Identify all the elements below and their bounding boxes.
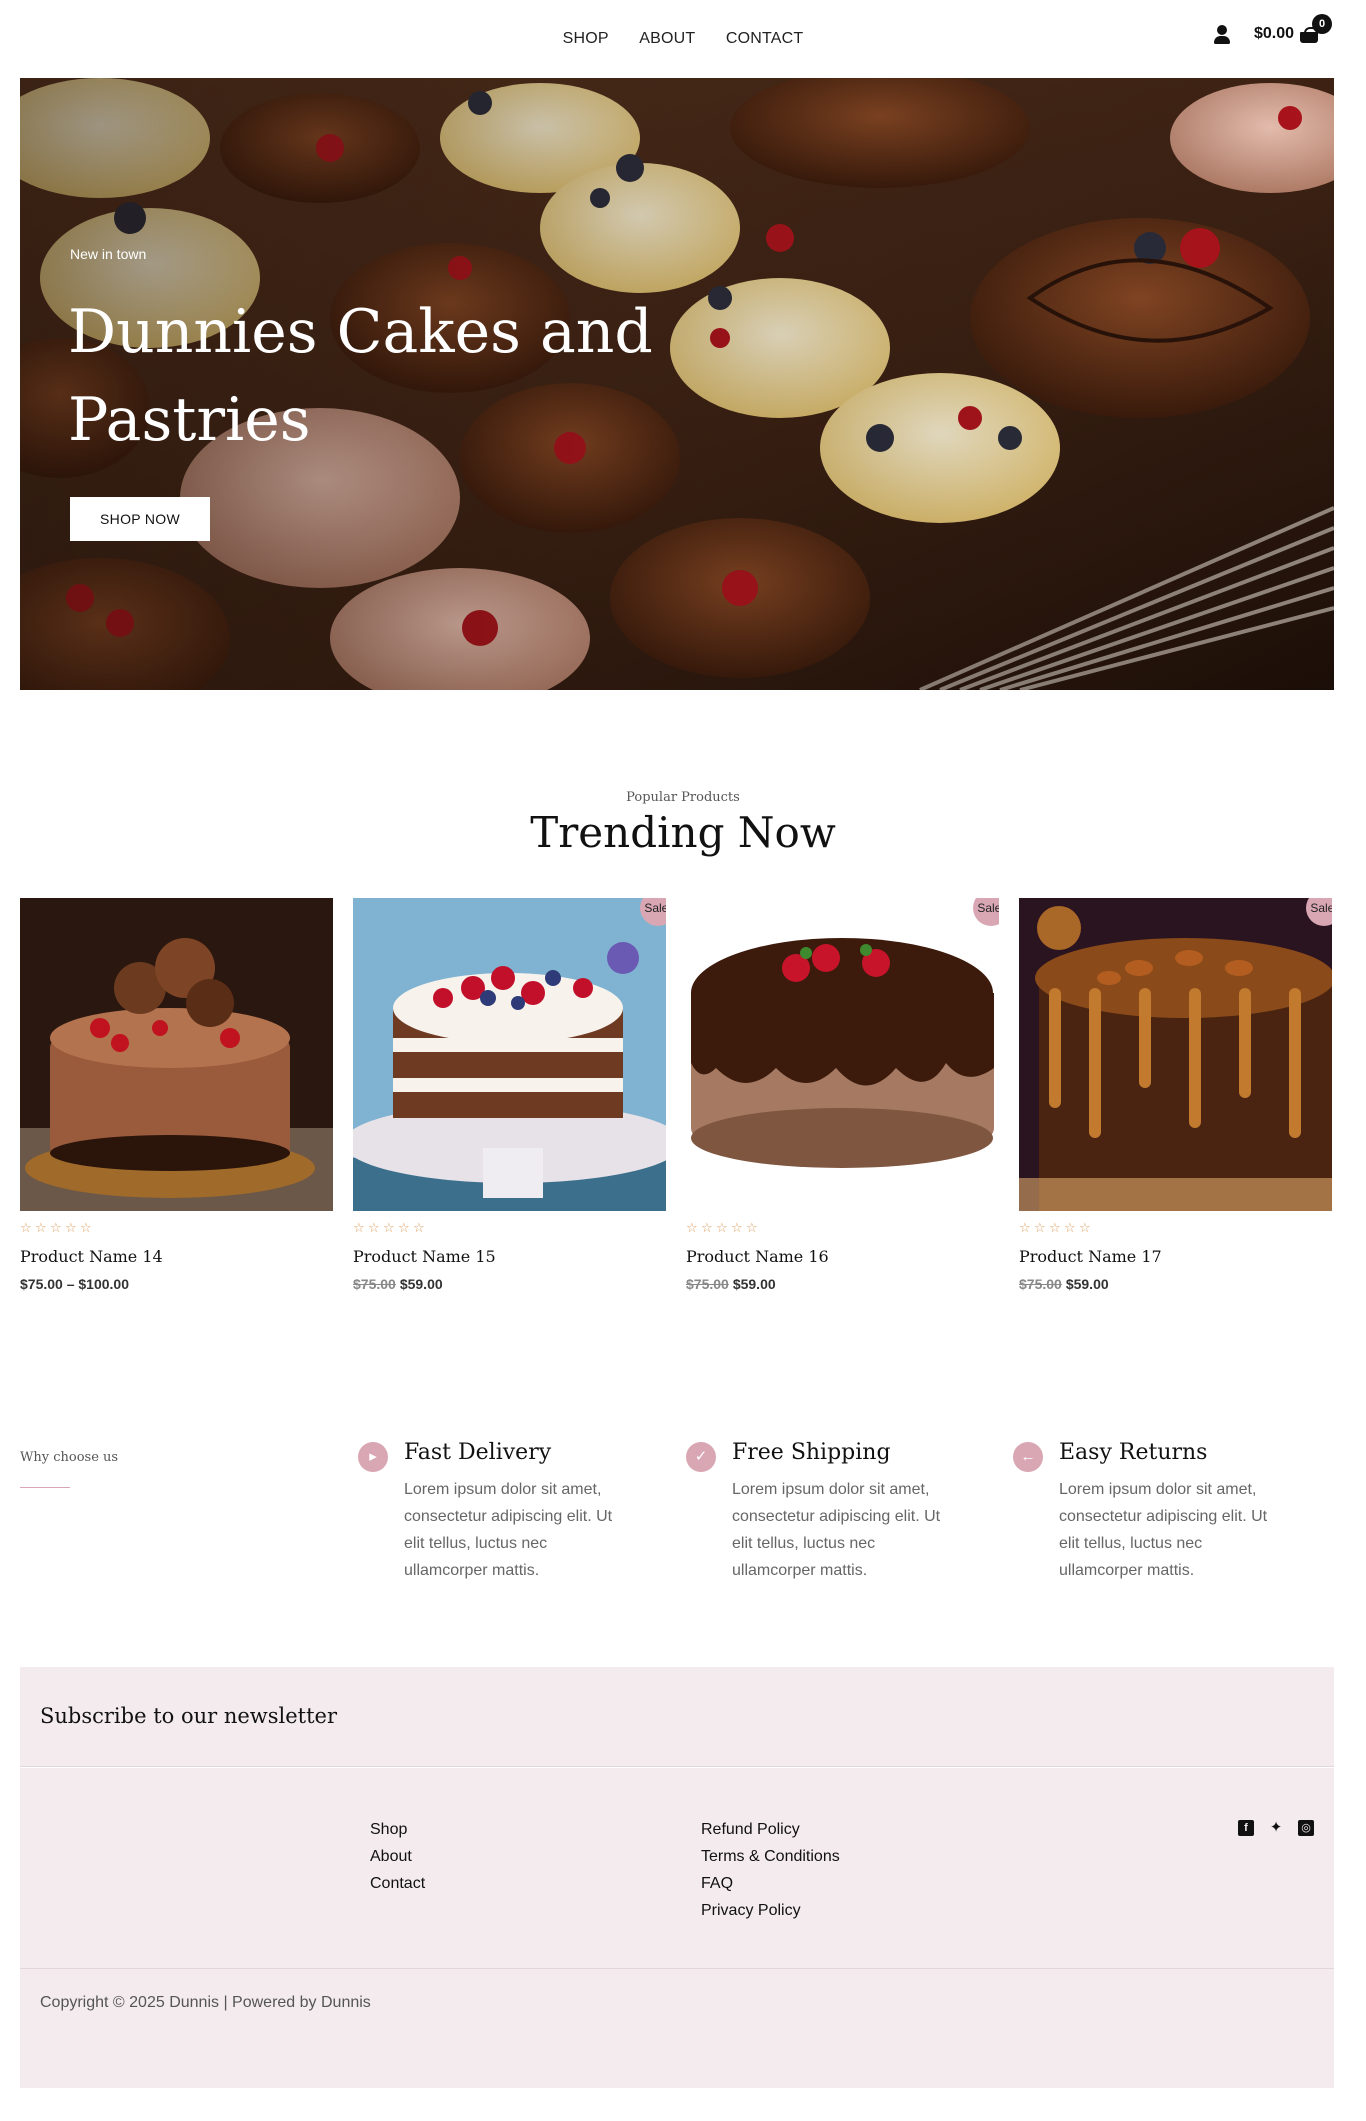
star-rating: ☆ ☆ ☆ ☆ ☆ <box>686 1220 758 1235</box>
product-name[interactable]: Product Name 14 <box>20 1247 333 1266</box>
product-price: $75.00 $59.00 <box>1019 1276 1109 1292</box>
header-actions: $0.00 0 <box>1212 14 1332 44</box>
product-name[interactable]: Product Name 17 <box>1019 1247 1332 1266</box>
user-icon[interactable] <box>1212 24 1232 44</box>
section-title: Trending Now <box>530 808 836 857</box>
product-card[interactable]: Sale! ☆☆☆☆☆ Product Name 15 $75.00$59.00 <box>353 898 666 1292</box>
footer-link-about[interactable]: About <box>370 1843 425 1870</box>
footer-links-main: Shop About Contact <box>370 1816 425 1897</box>
product-grid: ☆ ☆ ☆ ☆ ☆ Product Name 14 $75.00 – $100.00 S… <box>20 898 1334 1298</box>
product-image[interactable]: Sale! <box>1019 898 1332 1211</box>
nav-contact[interactable]: CONTACT <box>726 30 804 48</box>
product-image[interactable]: Sale! <box>353 898 666 1211</box>
facebook-icon[interactable]: f <box>1238 1820 1254 1836</box>
product-card[interactable]: Sale! ☆☆☆☆☆ Product Name 17 $75.00$59.00 <box>1019 898 1332 1292</box>
star-rating: ☆ ☆ ☆ ☆ ☆ <box>1019 1220 1091 1235</box>
product-card[interactable]: Sale! ☆☆☆☆☆ Product Name 16 $75.00$59.00 <box>686 898 999 1292</box>
cart-total: $0.00 <box>1253 25 1294 42</box>
footer-link-shop[interactable]: Shop <box>370 1816 425 1843</box>
cart-button[interactable]: $0.00 0 <box>1253 14 1332 43</box>
copyright-text: Copyright © 2025 Dunnis | Powered by Dun… <box>40 1994 371 2011</box>
nav-shop[interactable]: SHOP <box>563 30 609 48</box>
product-price: $75.00 – $100.00 <box>20 1276 129 1292</box>
nav-about[interactable]: ABOUT <box>639 30 695 48</box>
product-image[interactable]: Sale! <box>686 898 999 1211</box>
product-price: $75.00 $59.00 <box>686 1276 776 1292</box>
product-name[interactable]: Product Name 15 <box>353 1247 666 1266</box>
newsletter-title: Subscribe to our newsletter <box>40 1704 338 1728</box>
divider <box>20 1968 1334 1969</box>
feature-text: Lorem ipsum dolor sit amet, consectetur … <box>732 1481 941 1579</box>
footer-links-policy: Refund Policy Terms & Conditions FAQ Pri… <box>701 1816 840 1924</box>
product-price: $75.00 $59.00 <box>353 1276 443 1292</box>
hero-title: Dunnies Cakes and Pastries <box>68 297 653 455</box>
main-nav: SHOP ABOUT CONTACT <box>0 30 1366 48</box>
section-kicker: Popular Products <box>626 790 740 805</box>
feature-title: Easy Returns <box>1059 1440 1208 1465</box>
twitter-icon[interactable]: ✦ <box>1268 1820 1284 1836</box>
arrow-left-icon: ← <box>1013 1442 1043 1472</box>
star-rating: ☆ ☆ ☆ ☆ ☆ <box>20 1220 92 1235</box>
social-links: f ✦ ◎ <box>1238 1820 1314 1836</box>
hero-banner: New in town Dunnies Cakes and Pastries S… <box>20 78 1334 690</box>
footer-link-privacy[interactable]: Privacy Policy <box>701 1897 840 1924</box>
shop-now-button[interactable]: SHOP NOW <box>70 497 210 541</box>
star-rating: ☆ ☆ ☆ ☆ ☆ <box>353 1220 425 1235</box>
cart-icon: ✓ <box>686 1442 716 1472</box>
cart-count-badge: 0 <box>1312 14 1332 34</box>
site-footer: Shop About Contact Refund Policy Terms &… <box>20 1768 1334 2088</box>
footer-link-terms[interactable]: Terms & Conditions <box>701 1843 840 1870</box>
hero-kicker: New in town <box>70 246 147 262</box>
instagram-icon[interactable]: ◎ <box>1298 1820 1314 1836</box>
why-choose-label: Why choose us <box>20 1450 119 1465</box>
product-image[interactable] <box>20 898 333 1211</box>
feature-text: Lorem ipsum dolor sit amet, consectetur … <box>404 1481 613 1579</box>
newsletter-section: Subscribe to our newsletter <box>20 1667 1334 1767</box>
feature-title: Fast Delivery <box>404 1440 552 1465</box>
feature-text: Lorem ipsum dolor sit amet, consectetur … <box>1059 1481 1268 1579</box>
footer-link-contact[interactable]: Contact <box>370 1870 425 1897</box>
footer-link-faq[interactable]: FAQ <box>701 1870 840 1897</box>
product-name[interactable]: Product Name 16 <box>686 1247 999 1266</box>
site-header: SHOP ABOUT CONTACT $0.00 0 <box>0 0 1366 78</box>
divider <box>20 1487 70 1488</box>
footer-link-refund[interactable]: Refund Policy <box>701 1816 840 1843</box>
truck-icon: ▸ <box>358 1442 388 1472</box>
product-card[interactable]: ☆ ☆ ☆ ☆ ☆ Product Name 14 $75.00 – $100.00 <box>20 898 333 1292</box>
feature-title: Free Shipping <box>732 1440 891 1465</box>
